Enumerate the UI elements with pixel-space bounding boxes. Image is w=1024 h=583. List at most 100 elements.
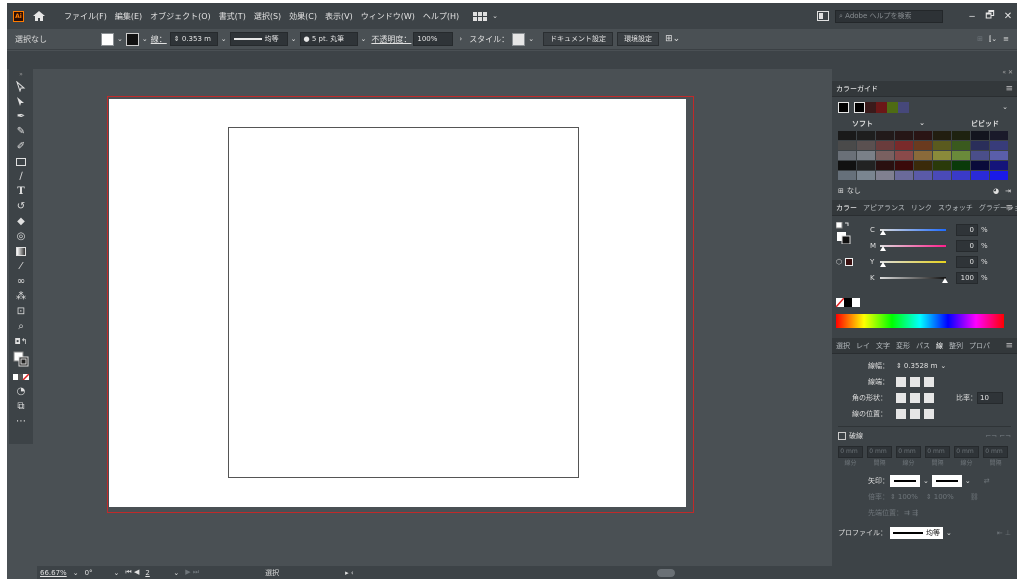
profile-select[interactable]: 均等 [890, 527, 943, 539]
butt-cap-icon[interactable] [896, 377, 906, 387]
menu-effect[interactable]: 効果(C) [285, 11, 321, 22]
channel-value[interactable]: 0 [956, 256, 978, 268]
align-center-icon[interactable] [896, 409, 906, 419]
projecting-cap-icon[interactable] [924, 377, 934, 387]
menu-view[interactable]: 表示(V) [321, 11, 357, 22]
weight-value[interactable]: 0.3528 m [904, 362, 938, 370]
channel-slider[interactable] [880, 245, 946, 251]
variation-swatch[interactable] [933, 131, 951, 140]
rotation-value[interactable]: 0° [82, 569, 96, 577]
variation-swatch[interactable] [914, 151, 932, 160]
base-color-swatch[interactable] [838, 101, 849, 113]
variation-swatch[interactable] [971, 151, 989, 160]
menu-window[interactable]: ウィンドウ(W) [357, 11, 419, 22]
variation-swatch[interactable] [876, 171, 894, 180]
chevron-down-icon[interactable]: ⌄ [291, 35, 297, 43]
tab-select[interactable]: 選択 [836, 341, 850, 351]
tab-character[interactable]: 文字 [876, 341, 890, 351]
tab-layers[interactable]: レイ [856, 341, 870, 351]
zoom-tool-icon[interactable]: ⌕ [9, 319, 33, 334]
swap-arrows-icon[interactable]: ⇄ [984, 477, 990, 485]
variation-swatch[interactable] [990, 171, 1008, 180]
brush-definition[interactable]: ● 5 pt. 丸筆 [299, 32, 358, 46]
workspace-switcher[interactable]: ⌄ [473, 11, 501, 21]
align-icon[interactable]: ⫿⌄ [989, 35, 997, 44]
first-artboard-icon[interactable]: ⏮ ◀ [122, 568, 142, 577]
limit-field[interactable]: 10 [977, 392, 1003, 404]
opacity-label[interactable]: 不透明度： [371, 34, 411, 45]
stroke-weight-field[interactable]: ⇕ 0.353 m [169, 32, 218, 46]
variation-swatch[interactable] [838, 151, 856, 160]
harmony-swatch[interactable] [887, 101, 898, 113]
tab-appearance[interactable]: アピアランス [863, 203, 905, 213]
slider-handle[interactable] [880, 246, 886, 251]
variation-swatch[interactable] [914, 161, 932, 170]
artboard[interactable] [109, 99, 686, 507]
harmony-swatch[interactable] [854, 101, 865, 113]
tab-transform[interactable]: 変形 [896, 341, 910, 351]
symbol-sprayer-tool-icon[interactable]: ⁂ [9, 289, 33, 304]
variation-swatch[interactable] [990, 131, 1008, 140]
harmony-swatch[interactable] [876, 101, 887, 113]
chevron-down-icon[interactable]: ⌄ [1002, 103, 1008, 111]
variation-swatch[interactable] [857, 141, 875, 150]
panel-menu-icon[interactable]: ≡ [1005, 84, 1013, 94]
tab-pathfinder[interactable]: パス [916, 341, 930, 351]
variation-swatch[interactable] [952, 141, 970, 150]
variation-swatch[interactable] [990, 151, 1008, 160]
start-arrow-select[interactable] [890, 475, 920, 487]
channel-slider[interactable] [880, 229, 946, 235]
variation-swatch[interactable] [857, 171, 875, 180]
stroke-label[interactable]: 線： [151, 34, 167, 45]
horizontal-scrollbar[interactable] [656, 568, 675, 577]
chevron-down-icon[interactable]: ⌄ [940, 362, 946, 370]
chevron-down-icon[interactable]: ⌄ [361, 35, 367, 43]
bevel-join-icon[interactable] [924, 393, 934, 403]
brush-tool-icon[interactable]: ∕ [9, 169, 33, 184]
dashed-checkbox[interactable] [838, 431, 846, 440]
variation-swatch[interactable] [952, 131, 970, 140]
variation-swatch[interactable] [838, 141, 856, 150]
screen-mode-icon[interactable]: ⧉ [9, 399, 33, 414]
swap-fill-stroke-icon[interactable]: ◘↰ [9, 334, 33, 349]
hamburger-menu-icon[interactable]: ≡ [1003, 35, 1009, 43]
menu-help[interactable]: ヘルプ(H) [419, 11, 463, 22]
variation-swatch[interactable] [838, 131, 856, 140]
harmony-swatch[interactable] [898, 101, 909, 113]
channel-slider[interactable] [880, 261, 946, 267]
color-spectrum[interactable] [836, 314, 1004, 328]
variation-swatch[interactable] [914, 171, 932, 180]
round-join-icon[interactable] [910, 393, 920, 403]
menu-file[interactable]: ファイル(F) [60, 11, 111, 22]
variation-swatch[interactable] [876, 131, 894, 140]
chevron-down-icon[interactable]: ⌄ [528, 35, 534, 43]
variation-swatch[interactable] [895, 171, 913, 180]
anchor-tool-icon[interactable]: ✐ [9, 139, 33, 154]
chevron-down-icon[interactable]: ⌄ [221, 35, 227, 43]
align-outside-icon[interactable] [924, 409, 934, 419]
chevron-down-icon[interactable]: ⌄ [946, 529, 952, 537]
slider-handle[interactable] [880, 262, 886, 267]
help-search-input[interactable]: ⌕ Adobe ヘルプを検索 [835, 9, 943, 23]
direct-selection-tool-icon[interactable] [9, 94, 33, 109]
swatch-limit-icon[interactable]: ⊞ [838, 187, 844, 195]
variation-swatch[interactable] [895, 151, 913, 160]
miter-join-icon[interactable] [896, 393, 906, 403]
chevron-down-icon[interactable]: ⌄ [73, 569, 79, 577]
tab-color[interactable]: カラー [836, 203, 857, 213]
harmony-swatch[interactable] [865, 101, 876, 113]
variation-swatch[interactable] [914, 131, 932, 140]
variation-swatch[interactable] [971, 161, 989, 170]
color-variation-grid[interactable] [838, 131, 1011, 180]
more-tools-icon[interactable]: ⋯ [9, 414, 33, 429]
variation-swatch[interactable] [895, 141, 913, 150]
gamut-warning[interactable]: ⬡ [836, 258, 854, 266]
variation-swatch[interactable] [838, 161, 856, 170]
rotate-tool-icon[interactable]: ↺ [9, 199, 33, 214]
arrange-documents-icon[interactable]: ⊞⌄ [665, 34, 680, 44]
tab-color-guide[interactable]: カラーガイド [836, 84, 878, 94]
grid-icon[interactable]: ⊞ [977, 35, 983, 43]
tab-links[interactable]: リンク [911, 203, 932, 213]
tab-stroke[interactable]: 線 [936, 341, 943, 351]
eyedropper-tool-icon[interactable]: ⁄ [9, 259, 33, 274]
